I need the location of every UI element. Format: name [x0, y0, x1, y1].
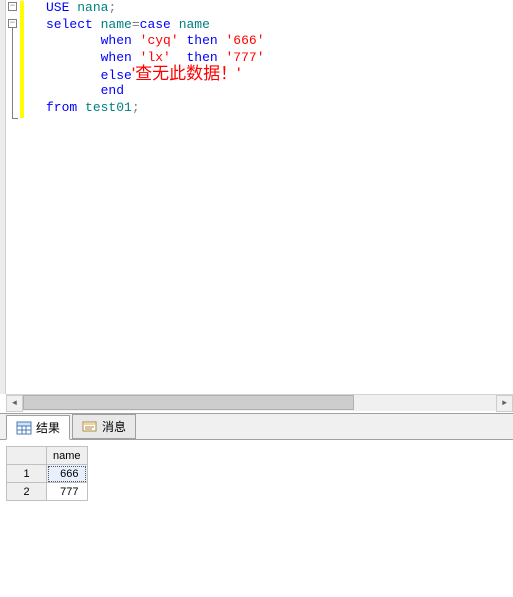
scroll-right-icon[interactable]: ► — [496, 395, 513, 412]
fold-toggle-icon[interactable]: − — [8, 2, 17, 11]
results-grid[interactable]: name 16662777 — [6, 446, 88, 501]
code-line[interactable]: else'查无此数据！' — [46, 66, 513, 83]
message-icon — [82, 419, 98, 435]
code-line[interactable]: from test01; — [46, 100, 513, 117]
row-number-cell[interactable]: 2 — [7, 483, 47, 501]
grid-icon — [16, 420, 32, 436]
code-line[interactable]: when 'cyq' then '666' — [46, 33, 513, 50]
row-number-cell[interactable]: 1 — [7, 465, 47, 483]
column-header[interactable]: name — [47, 447, 88, 465]
data-cell[interactable]: 777 — [47, 483, 88, 501]
results-tab-strip: 结果 消息 — [0, 414, 513, 440]
code-line[interactable]: end — [46, 83, 513, 100]
fold-end — [12, 118, 18, 119]
fold-toggle-icon[interactable]: − — [8, 19, 17, 28]
code-line[interactable]: when 'lx' then '777' — [46, 50, 513, 67]
scroll-thumb[interactable] — [23, 395, 354, 410]
corner-cell[interactable] — [7, 447, 47, 465]
results-pane: 结果 消息 name 16662777 — [0, 413, 513, 597]
tab-results[interactable]: 结果 — [6, 415, 70, 440]
scroll-track[interactable] — [23, 395, 496, 411]
tab-results-label: 结果 — [36, 419, 60, 436]
results-grid-wrap: name 16662777 — [0, 440, 513, 597]
table-row[interactable]: 2777 — [7, 483, 88, 501]
table-row[interactable]: 1666 — [7, 465, 88, 483]
sql-editor-pane: − − USE nana;select name=case name when … — [0, 0, 513, 394]
pane-splitter[interactable]: ◄ ► — [0, 394, 513, 413]
fold-guide — [12, 28, 13, 118]
code-area[interactable]: USE nana;select name=case name when 'cyq… — [20, 0, 513, 394]
code-line[interactable]: select name=case name — [46, 17, 513, 34]
fold-gutter: − − — [6, 0, 20, 394]
scroll-left-icon[interactable]: ◄ — [6, 395, 23, 412]
code-line[interactable]: USE nana; — [46, 0, 513, 17]
horizontal-scrollbar[interactable]: ◄ ► — [6, 394, 513, 411]
tab-messages-label: 消息 — [102, 418, 126, 435]
tab-messages[interactable]: 消息 — [72, 414, 136, 439]
data-cell[interactable]: 666 — [47, 465, 88, 483]
